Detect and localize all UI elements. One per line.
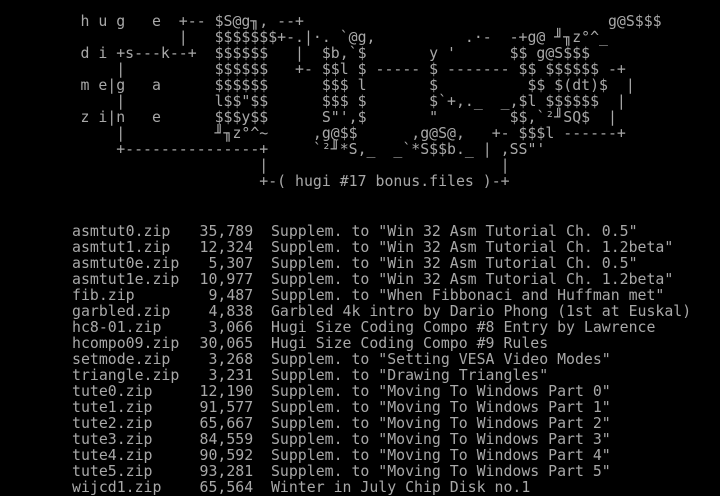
file-name: hcompo09.zip	[72, 334, 180, 352]
file-name: hc8-01.zip	[72, 318, 162, 336]
file-name: tute2.zip	[72, 414, 153, 432]
file-size: 12,324	[199, 238, 254, 256]
file-row: tute4.zip 90,592 Supplem. to "Moving To Wi…	[72, 447, 691, 463]
file-desc: Supplem. to "Win 32 Asm Tutorial Ch. 1.2…	[270, 270, 674, 288]
file-row: tute5.zip 93,281 Supplem. to "Moving To Wi…	[72, 463, 691, 479]
file-name: asmtut1e.zip	[72, 270, 180, 288]
file-row: asmtut1.zip 12,324 Supplem. to "Win 32 Asm…	[72, 239, 691, 255]
file-row: asmtut0.zip 35,789 Supplem. to "Win 32 Asm…	[72, 223, 691, 239]
ascii-art-line: +-( hugi #17 bonus.files )-+	[0, 172, 510, 190]
file-row: tute0.zip 12,190 Supplem. to "Moving To Wi…	[72, 383, 691, 399]
file-desc: Supplem. to "When Fibbonaci and Huffman …	[270, 286, 665, 304]
file-size: 3,268	[208, 350, 254, 368]
file-row: triangle.zip 3,231 Supplem. to "Drawing Tr…	[72, 367, 691, 383]
file-name: asmtut1.zip	[72, 238, 171, 256]
file-row: wijcd1.zip 65,564 Winter in July Chip Disk…	[72, 479, 691, 495]
file-row: tute1.zip 91,577 Supplem. to "Moving To Wi…	[72, 399, 691, 415]
file-name: tute5.zip	[72, 462, 153, 480]
file-row: garbled.zip 4,838 Garbled 4k intro by Dari…	[72, 303, 691, 319]
file-desc: Supplem. to "Win 32 Asm Tutorial Ch. 0.5…	[270, 222, 638, 240]
file-desc: Garbled 4k intro by Dario Phong (1st at …	[270, 302, 692, 320]
file-desc: Supplem. to "Moving To Windows Part 1"	[270, 398, 611, 416]
file-desc: Supplem. to "Win 32 Asm Tutorial Ch. 0.5…	[270, 254, 638, 272]
file-size: 90,592	[199, 446, 254, 464]
file-row: asmtut1e.zip 10,977 Supplem. to "Win 32 As…	[72, 271, 691, 287]
file-name: tute0.zip	[72, 382, 153, 400]
file-desc: Hugi Size Coding Compo #9 Rules	[270, 334, 549, 352]
file-desc: Supplem. to "Moving To Windows Part 3"	[270, 430, 611, 448]
file-size: 3,231	[208, 366, 254, 384]
file-desc: Supplem. to "Drawing Triangles"	[270, 366, 549, 384]
file-size: 5,307	[208, 254, 254, 272]
file-desc: Winter in July Chip Disk no.1	[270, 478, 531, 496]
file-row: hc8-01.zip 3,066 Hugi Size Coding Compo #8…	[72, 319, 691, 335]
file-name: tute1.zip	[72, 398, 153, 416]
file-name: asmtut0e.zip	[72, 254, 180, 272]
file-name: tute3.zip	[72, 430, 153, 448]
file-size: 9,487	[208, 286, 254, 304]
file-desc: Supplem. to "Moving To Windows Part 5"	[270, 462, 611, 480]
file-row: fib.zip 9,487 Supplem. to "When Fibbonaci …	[72, 287, 691, 303]
file-row: asmtut0e.zip 5,307 Supplem. to "Win 32 Asm…	[72, 255, 691, 271]
file-desc: Supplem. to "Setting VESA Video Modes"	[270, 350, 611, 368]
file-size: 12,190	[199, 382, 254, 400]
file-size: 91,577	[199, 398, 254, 416]
file-size: 3,066	[208, 318, 254, 336]
terminal-screen: h u g e +-- $S@g╖, --+ g@S$$$ | $$$$$$$+…	[0, 0, 720, 496]
file-size: 65,564	[199, 478, 254, 496]
file-size: 30,065	[199, 334, 254, 352]
file-size: 65,667	[199, 414, 254, 432]
file-name: garbled.zip	[72, 302, 171, 320]
file-name: tute4.zip	[72, 446, 153, 464]
file-row: setmode.zip 3,268 Supplem. to "Setting VES…	[72, 351, 691, 367]
file-row: hcompo09.zip 30,065 Hugi Size Coding Compo…	[72, 335, 691, 351]
file-desc: Supplem. to "Moving To Windows Part 2"	[270, 414, 611, 432]
file-row: tute2.zip 65,667 Supplem. to "Moving To Wi…	[72, 415, 691, 431]
file-size: 35,789	[199, 222, 254, 240]
file-desc: Hugi Size Coding Compo #8 Entry by Lawre…	[270, 318, 656, 336]
file-size: 4,838	[208, 302, 254, 320]
file-desc: Supplem. to "Moving To Windows Part 0"	[270, 382, 611, 400]
file-desc: Supplem. to "Win 32 Asm Tutorial Ch. 1.2…	[270, 238, 674, 256]
file-listing: asmtut0.zip 35,789 Supplem. to "Win 32 Asm…	[72, 223, 691, 495]
file-name: setmode.zip	[72, 350, 171, 368]
file-name: asmtut0.zip	[72, 222, 171, 240]
file-desc: Supplem. to "Moving To Windows Part 4"	[270, 446, 611, 464]
file-size: 84,559	[199, 430, 254, 448]
file-size: 10,977	[199, 270, 254, 288]
file-size: 93,281	[199, 462, 254, 480]
file-name: wijcd1.zip	[72, 478, 162, 496]
ascii-art-logo: h u g e +-- $S@g╖, --+ g@S$$$ | $$$$$$$+…	[0, 13, 661, 190]
file-row: tute3.zip 84,559 Supplem. to "Moving To Wi…	[72, 431, 691, 447]
file-name: fib.zip	[72, 286, 135, 304]
file-name: triangle.zip	[72, 366, 180, 384]
